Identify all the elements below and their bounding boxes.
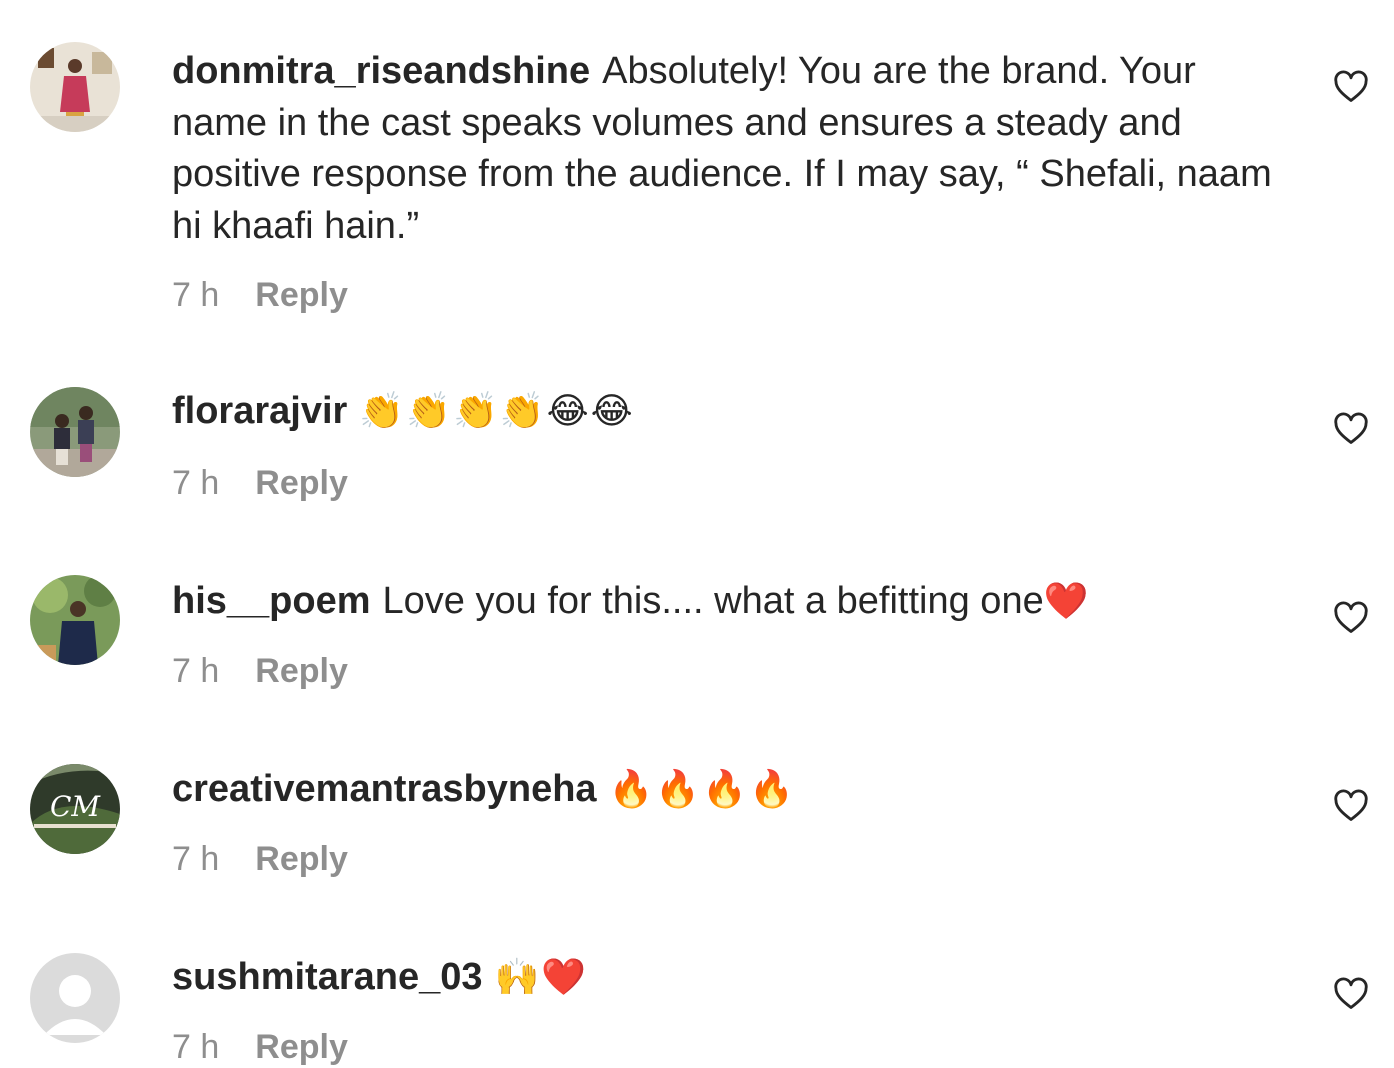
comment-meta: 7 h Reply <box>172 840 348 879</box>
comment-text: his__poem Love you for this.... what a be… <box>172 576 1292 628</box>
comment-timestamp[interactable]: 7 h <box>172 464 219 503</box>
comment-body: Love you for this.... what a befitting o… <box>382 580 1044 622</box>
comment-timestamp[interactable]: 7 h <box>172 276 219 315</box>
reply-button[interactable]: Reply <box>255 276 348 315</box>
comment-text: donmitra_riseandshine Absolutely! You are… <box>172 46 1292 252</box>
avatar[interactable] <box>30 387 120 477</box>
reply-button[interactable]: Reply <box>255 652 348 691</box>
comment-meta: 7 h Reply <box>172 464 348 503</box>
comment-timestamp[interactable]: 7 h <box>172 652 219 691</box>
comment-meta: 7 h Reply <box>172 276 348 315</box>
creative-mantras-logo: CM <box>50 790 101 823</box>
heart-outline-icon[interactable] <box>1332 787 1370 825</box>
comment-username[interactable]: florarajvir <box>172 390 347 432</box>
heart-outline-icon[interactable] <box>1332 410 1370 448</box>
comment-meta: 7 h Reply <box>172 652 348 691</box>
heart-outline-icon[interactable] <box>1332 599 1370 637</box>
comment-emoji: ❤️ <box>1043 581 1091 622</box>
comment-username[interactable]: his__poem <box>172 580 371 622</box>
comment-emoji: 🙌❤️ <box>494 957 589 998</box>
reply-button[interactable]: Reply <box>255 464 348 503</box>
comment-text: florarajvir 👏👏👏👏😂😂 <box>172 386 1292 438</box>
comment-username[interactable]: sushmitarane_03 <box>172 956 483 998</box>
heart-outline-icon[interactable] <box>1332 975 1370 1013</box>
heart-outline-icon[interactable] <box>1332 68 1370 106</box>
comment-emoji: 👏👏👏👏😂😂 <box>359 391 635 432</box>
reply-button[interactable]: Reply <box>255 1028 348 1067</box>
avatar[interactable] <box>30 575 120 665</box>
comment-username[interactable]: creativemantrasbyneha <box>172 768 597 810</box>
comment-timestamp[interactable]: 7 h <box>172 1028 219 1067</box>
comment-username[interactable]: donmitra_riseandshine <box>172 50 590 92</box>
comment-text: sushmitarane_03 🙌❤️ <box>172 952 1292 1004</box>
avatar-placeholder[interactable] <box>30 953 120 1043</box>
comment-meta: 7 h Reply <box>172 1028 348 1067</box>
avatar[interactable] <box>30 42 120 132</box>
comment-timestamp[interactable]: 7 h <box>172 840 219 879</box>
comment-text: creativemantrasbyneha 🔥🔥🔥🔥 <box>172 764 1292 816</box>
reply-button[interactable]: Reply <box>255 840 348 879</box>
avatar[interactable]: CM <box>30 764 120 854</box>
comment-emoji: 🔥🔥🔥🔥 <box>608 769 796 810</box>
